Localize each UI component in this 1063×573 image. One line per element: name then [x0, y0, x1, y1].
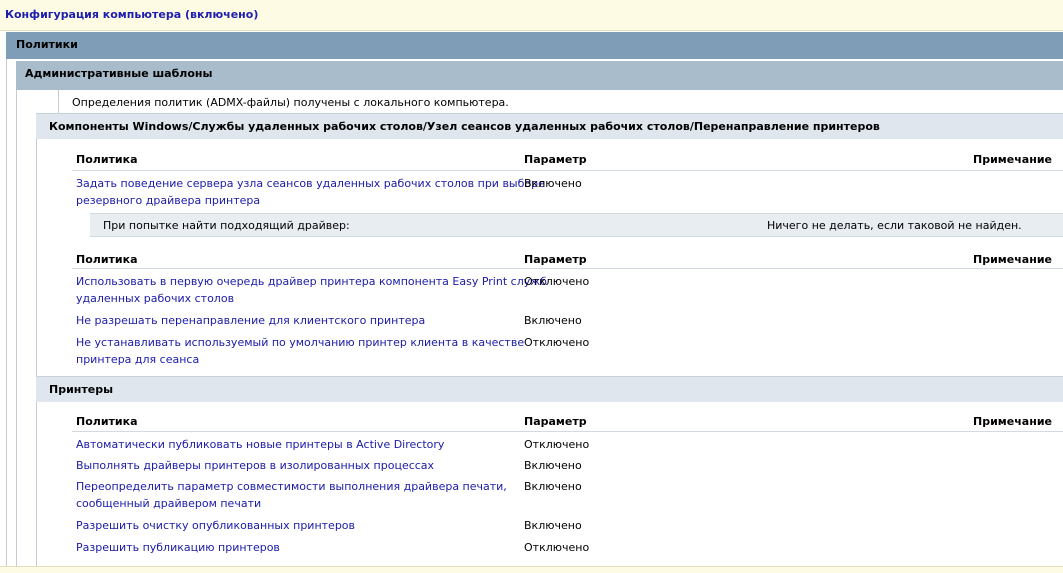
policy-link[interactable]: Выполнять драйверы принтеров в изолирова…: [76, 457, 434, 474]
header-divider: [72, 170, 1063, 171]
col-policy-header: Политика: [76, 153, 138, 166]
sub-setting-label: При попытке найти подходящий драйвер:: [103, 219, 350, 232]
tree-line: [36, 139, 37, 376]
header-divider: [72, 268, 1063, 269]
policy-link[interactable]: Разрешить очистку опубликованных принтер…: [76, 517, 355, 534]
policy-value: Включено: [524, 459, 582, 472]
section-printers-label: Принтеры: [49, 383, 114, 396]
col-setting-header: Параметр: [524, 253, 587, 266]
policy-value: Отключено: [524, 541, 590, 554]
tree-line: [58, 90, 59, 113]
policy-link[interactable]: Автоматически публиковать новые принтеры…: [76, 436, 444, 453]
admx-note: Определения политик (ADMX-файлы) получен…: [72, 96, 509, 109]
policy-value: Отключено: [524, 438, 590, 451]
col-comment-header: Примечание: [973, 253, 1052, 266]
policy-value: Включено: [524, 177, 582, 190]
section-policies-label: Политики: [16, 38, 78, 51]
tree-line: [6, 59, 7, 566]
policy-value: Включено: [524, 480, 582, 493]
policy-value: Отключено: [524, 336, 590, 349]
computer-config-title[interactable]: Конфигурация компьютера (включено): [5, 8, 258, 21]
section-admin-templates-label: Административные шаблоны: [25, 67, 213, 80]
policy-link[interactable]: Не разрешать перенаправление для клиентс…: [76, 312, 425, 329]
section-printers[interactable]: Принтеры: [36, 376, 1063, 402]
report-footer: [0, 566, 1063, 573]
report-header: Конфигурация компьютера (включено): [0, 0, 1063, 31]
sub-setting-row: При попытке найти подходящий драйвер: Ни…: [90, 213, 1063, 237]
section-admin-templates[interactable]: Административные шаблоны: [16, 61, 1063, 90]
col-setting-header: Параметр: [524, 415, 587, 428]
header-divider: [72, 431, 1063, 432]
tree-line: [16, 90, 17, 566]
policy-link[interactable]: Не устанавливать используемый по умолчан…: [76, 334, 524, 368]
policy-value: Отключено: [524, 275, 590, 288]
col-comment-header: Примечание: [973, 415, 1052, 428]
col-setting-header: Параметр: [524, 153, 587, 166]
policy-value: Включено: [524, 314, 582, 327]
policy-value: Включено: [524, 519, 582, 532]
col-policy-header: Политика: [76, 415, 138, 428]
policy-link[interactable]: Задать поведение сервера узла сеансов уд…: [76, 175, 545, 209]
section-rds-label: Компоненты Windows/Службы удаленных рабо…: [49, 120, 880, 133]
policy-link[interactable]: Использовать в первую очередь драйвер пр…: [76, 273, 547, 307]
section-policies[interactable]: Политики: [6, 32, 1063, 59]
policy-link[interactable]: Переопределить параметр совместимости вы…: [76, 478, 507, 512]
tree-line: [36, 402, 37, 566]
section-rds-printer-redirection[interactable]: Компоненты Windows/Службы удаленных рабо…: [36, 113, 1063, 139]
col-policy-header: Политика: [76, 253, 138, 266]
col-comment-header: Примечание: [973, 153, 1052, 166]
policy-link[interactable]: Разрешить публикацию принтеров: [76, 539, 280, 556]
sub-setting-value: Ничего не делать, если таковой не найден…: [767, 219, 1022, 232]
